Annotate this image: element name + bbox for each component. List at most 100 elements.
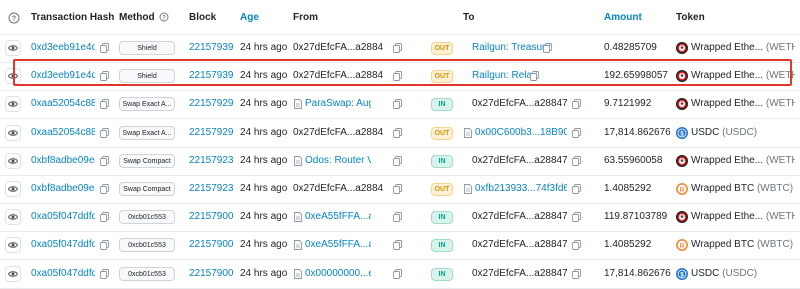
- from-address[interactable]: Odos: Router V2: [305, 147, 371, 175]
- age-text: 24 hrs ago: [240, 98, 288, 110]
- direction-badge: OUT: [431, 126, 453, 140]
- tx-hash-link[interactable]: 0xbf8adbe09e4...: [31, 147, 95, 175]
- copy-icon[interactable]: [572, 212, 581, 223]
- col-age[interactable]: Age: [240, 12, 259, 23]
- tx-hash-link[interactable]: 0xaa52054c88...: [31, 90, 95, 118]
- copy-icon[interactable]: [100, 240, 109, 251]
- copy-icon[interactable]: [572, 240, 581, 251]
- contract-icon: [294, 268, 302, 279]
- view-details-button[interactable]: [5, 209, 21, 226]
- copy-icon[interactable]: [100, 268, 109, 279]
- copy-icon[interactable]: [100, 212, 109, 223]
- method-badge: Swap Compact: [119, 153, 175, 168]
- direction-badge: IN: [431, 239, 453, 253]
- block-link[interactable]: 22157939: [189, 62, 234, 90]
- view-details-button[interactable]: [5, 237, 21, 254]
- copy-icon[interactable]: [393, 155, 402, 166]
- method-badge: 0xcb01c553: [119, 210, 175, 225]
- token-link[interactable]: USDC (USDC): [691, 119, 795, 147]
- tx-hash-link[interactable]: 0xa05f047ddfd...: [31, 203, 95, 231]
- from-address[interactable]: 0x00000000...e7E0d4281: [305, 260, 371, 288]
- token-link[interactable]: Wrapped Ethe... (WETH): [691, 90, 795, 118]
- view-details-button[interactable]: [5, 152, 21, 169]
- copy-icon[interactable]: [393, 240, 402, 251]
- table-header: ? Transaction Hash Method ? Block Age Fr…: [0, 0, 800, 35]
- method-badge: Swap Compact: [119, 182, 175, 196]
- block-link[interactable]: 22157900: [189, 260, 234, 288]
- block-link[interactable]: 22157929: [189, 90, 234, 118]
- copy-icon[interactable]: [100, 43, 109, 53]
- from-address[interactable]: 0xeA55fFFA...a9CC29170: [305, 231, 371, 259]
- copy-icon[interactable]: [393, 184, 402, 194]
- block-link[interactable]: 22157900: [189, 231, 234, 259]
- token-link[interactable]: USDC (USDC): [691, 260, 795, 288]
- copy-icon[interactable]: [393, 99, 402, 110]
- amount-value: 63.55960058: [604, 154, 663, 166]
- table-row: 0xa05f047ddfd... 0xcb01c553 22157900 24 hrs…: [0, 203, 800, 233]
- token-link[interactable]: Wrapped Ethe... (WETH): [691, 147, 795, 175]
- copy-icon[interactable]: [393, 43, 402, 53]
- amount-value: 17,814.862676: [604, 126, 671, 138]
- copy-icon[interactable]: [572, 184, 581, 194]
- table-row: 0xd3eeb91e4d... Shield 22157939 24 hrs ago 0…: [0, 34, 800, 63]
- tx-hash-link[interactable]: 0xa05f047ddfd...: [31, 260, 95, 288]
- to-address[interactable]: Railgun: Relay: [472, 62, 567, 90]
- token-link[interactable]: Wrapped Ethe... (WETH): [691, 203, 795, 231]
- copy-icon[interactable]: [393, 127, 402, 138]
- contract-icon: [464, 127, 472, 138]
- block-link[interactable]: 22157923: [189, 175, 234, 203]
- copy-icon[interactable]: [100, 155, 109, 166]
- token-transfers-table: ? Transaction Hash Method ? Block Age Fr…: [0, 0, 800, 289]
- col-amount[interactable]: Amount: [604, 12, 642, 23]
- wbtc-token-icon: B: [676, 239, 688, 252]
- copy-icon[interactable]: [393, 212, 402, 223]
- to-address: 0x27dEfcFA...a2884768c: [472, 267, 567, 279]
- to-address[interactable]: 0xfb213933...74f3fd671: [475, 175, 567, 203]
- token-link[interactable]: Wrapped Ethe... (WETH): [691, 34, 795, 62]
- copy-icon[interactable]: [543, 43, 552, 53]
- view-details-button[interactable]: [5, 96, 21, 113]
- tx-hash-link[interactable]: 0xa05f047ddfd...: [31, 231, 95, 259]
- tx-hash-link[interactable]: 0xaa52054c88...: [31, 119, 95, 147]
- svg-text:?: ?: [12, 16, 16, 23]
- copy-icon[interactable]: [100, 71, 109, 82]
- amount-value: 119.87103789: [604, 211, 668, 223]
- block-link[interactable]: 22157939: [189, 34, 234, 62]
- from-address[interactable]: 0xeA55fFFA...a9CC29170: [305, 203, 371, 231]
- from-address[interactable]: ParaSwap: Augustus V...: [305, 90, 371, 118]
- copy-icon[interactable]: [572, 99, 581, 110]
- copy-icon[interactable]: [100, 184, 109, 194]
- to-address: 0x27dEfcFA...a2884768c: [472, 239, 567, 251]
- block-link[interactable]: 22157929: [189, 119, 234, 147]
- from-address: 0x27dEfcFA...a2884768c: [293, 42, 383, 53]
- col-to: To: [463, 12, 475, 23]
- block-link[interactable]: 22157923: [189, 147, 234, 175]
- block-link[interactable]: 22157900: [189, 203, 234, 231]
- view-details-button[interactable]: [5, 68, 21, 85]
- token-link[interactable]: Wrapped BTC (WBTC): [691, 231, 795, 259]
- direction-badge: IN: [431, 211, 453, 225]
- view-details-button[interactable]: [5, 40, 21, 56]
- token-link[interactable]: Wrapped BTC (WBTC): [691, 175, 795, 203]
- copy-icon[interactable]: [393, 71, 402, 82]
- copy-icon[interactable]: [393, 268, 402, 279]
- copy-icon[interactable]: [530, 71, 539, 82]
- tx-hash-link[interactable]: 0xd3eeb91e4d...: [31, 62, 95, 90]
- tx-hash-link[interactable]: 0xd3eeb91e4d...: [31, 34, 95, 62]
- copy-icon[interactable]: [572, 127, 581, 138]
- table-row: 0xbf8adbe09e4... Swap Compact 22157923 24 h…: [0, 147, 800, 176]
- method-info-icon: ?: [159, 12, 169, 22]
- view-details-button[interactable]: [5, 265, 21, 282]
- tx-hash-link[interactable]: 0xbf8adbe09e4...: [31, 175, 95, 203]
- view-details-button[interactable]: [5, 124, 21, 141]
- copy-icon[interactable]: [572, 268, 581, 279]
- view-details-button[interactable]: [5, 181, 21, 197]
- to-address[interactable]: Railgun: Treasury: [472, 34, 567, 62]
- copy-icon[interactable]: [100, 127, 109, 138]
- help-icon[interactable]: ?: [8, 12, 20, 27]
- copy-icon[interactable]: [572, 155, 581, 166]
- weth-token-icon: [676, 42, 688, 54]
- token-link[interactable]: Wrapped Ethe... (WETH): [691, 62, 795, 90]
- to-address[interactable]: 0x00C600b3...18B9006E0: [475, 119, 567, 147]
- copy-icon[interactable]: [100, 99, 109, 110]
